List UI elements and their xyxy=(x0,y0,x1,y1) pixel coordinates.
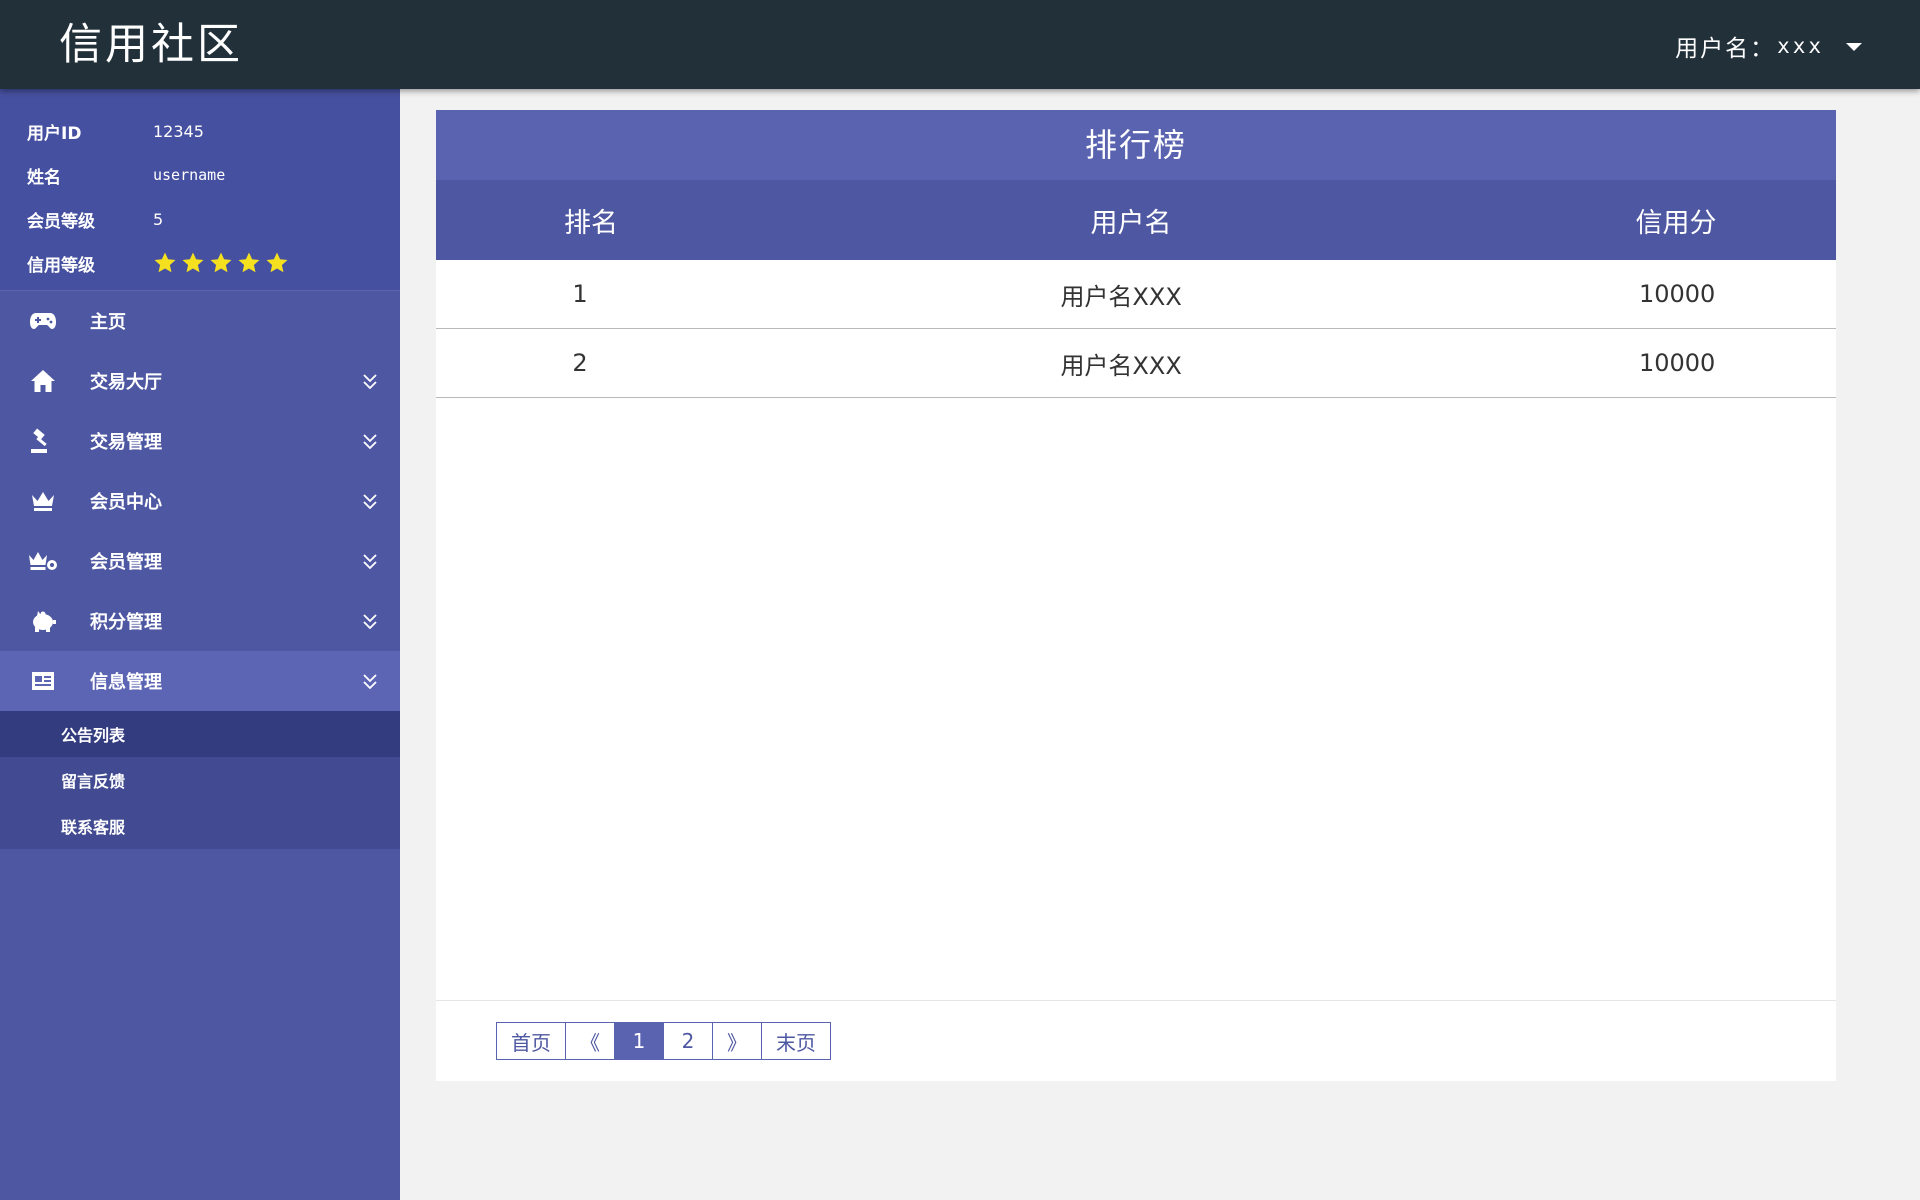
cell-rank: 1 xyxy=(572,280,588,308)
user-name-prefix: 用户名： xyxy=(1675,36,1776,62)
submenu-item-feedback[interactable]: 留言反馈 xyxy=(0,757,400,803)
page-button-1[interactable]: 1 xyxy=(615,1023,664,1059)
user-name: xxx xyxy=(1777,34,1824,58)
user-menu[interactable]: 用户名： xxx xyxy=(1675,29,1862,63)
sidebar-item-home[interactable]: 主页 xyxy=(0,291,400,351)
chevron-double-down-icon[interactable] xyxy=(362,672,378,690)
gamepad-icon xyxy=(28,307,58,335)
profile-value: 5 xyxy=(153,209,164,229)
table-row: 2 用户名XXX 10000 xyxy=(436,329,1836,398)
last-page-button[interactable]: 末页 xyxy=(762,1023,830,1059)
credit-stars xyxy=(153,251,289,275)
pagination: 首页 《 1 2 》 末页 xyxy=(496,1022,831,1060)
brand-title: 信用社区 xyxy=(59,20,243,70)
cell-credit-score: 10000 xyxy=(1638,349,1716,377)
top-bar: 信用社区 用户名： xxx xyxy=(0,0,1920,89)
column-header-credit-score: 信用分 xyxy=(1635,207,1717,239)
chevron-double-down-icon[interactable] xyxy=(362,612,378,630)
sidebar-item-member-management[interactable]: 会员管理 xyxy=(0,531,400,591)
submenu-item-contact-support[interactable]: 联系客服 xyxy=(0,803,400,849)
sidebar-item-member-center[interactable]: 会员中心 xyxy=(0,471,400,531)
sidebar-item-label: 信息管理 xyxy=(90,672,162,693)
sidebar-item-label: 会员中心 xyxy=(90,492,162,513)
column-header-username: 用户名 xyxy=(1090,207,1172,239)
cell-username: 用户名XXX xyxy=(1060,282,1182,311)
profile-value: 12345 xyxy=(153,121,204,141)
sidebar: 用户ID 12345 姓名 username 会员等级 5 信用等级 主页 交易… xyxy=(0,89,400,1200)
chevron-double-down-icon[interactable] xyxy=(362,432,378,450)
panel-title: 排行榜 xyxy=(436,110,1836,180)
sidebar-item-label: 交易管理 xyxy=(90,432,162,453)
chevron-double-down-icon[interactable] xyxy=(362,552,378,570)
page-button-2[interactable]: 2 xyxy=(664,1023,713,1059)
info-management-submenu: 公告列表 留言反馈 联系客服 xyxy=(0,711,400,849)
star-icon xyxy=(266,252,288,273)
profile-label: 会员等级 xyxy=(27,211,95,232)
sidebar-item-label: 交易大厅 xyxy=(90,372,162,393)
profile-label: 用户ID xyxy=(27,123,82,144)
submenu-item-announcements[interactable]: 公告列表 xyxy=(0,711,400,757)
sidebar-item-info-management[interactable]: 信息管理 xyxy=(0,651,400,711)
table-row: 1 用户名XXX 10000 xyxy=(436,260,1836,329)
star-icon xyxy=(154,252,176,273)
pagination-area: 首页 《 1 2 》 末页 xyxy=(436,1000,1836,1081)
chevron-double-down-icon[interactable] xyxy=(362,492,378,510)
profile-row-member-level: 会员等级 5 xyxy=(0,197,400,241)
column-header-rank: 排名 xyxy=(564,207,618,239)
next-page-button[interactable]: 》 xyxy=(713,1023,762,1059)
sidebar-item-trading-hall[interactable]: 交易大厅 xyxy=(0,351,400,411)
star-icon xyxy=(238,252,260,273)
sidebar-item-points-management[interactable]: 积分管理 xyxy=(0,591,400,651)
newspaper-icon xyxy=(28,667,58,695)
leaderboard-panel: 排行榜 排名 用户名 信用分 1 用户名XXX 10000 2 用户名XXX 1… xyxy=(436,110,1836,1081)
profile-value: username xyxy=(153,166,226,184)
profile-label: 信用等级 xyxy=(27,255,95,276)
caret-down-icon[interactable] xyxy=(1846,43,1862,51)
profile-row-name: 姓名 username xyxy=(0,153,400,197)
profile-card: 用户ID 12345 姓名 username 会员等级 5 信用等级 xyxy=(0,89,400,291)
first-page-button[interactable]: 首页 xyxy=(497,1023,566,1059)
chevron-double-down-icon[interactable] xyxy=(362,372,378,390)
profile-row-user-id: 用户ID 12345 xyxy=(0,109,400,153)
prev-page-button[interactable]: 《 xyxy=(566,1023,615,1059)
sidebar-item-trade-management[interactable]: 交易管理 xyxy=(0,411,400,471)
cell-username: 用户名XXX xyxy=(1060,351,1182,380)
sidebar-item-label: 会员管理 xyxy=(90,552,162,573)
table-header: 排名 用户名 信用分 xyxy=(436,180,1836,260)
gavel-icon xyxy=(28,427,58,455)
profile-label: 姓名 xyxy=(27,167,61,188)
profile-row-credit-level: 信用等级 xyxy=(0,241,400,285)
crown-icon xyxy=(28,487,58,515)
piggy-bank-icon xyxy=(28,607,58,635)
star-icon xyxy=(210,252,232,273)
sidebar-item-label: 主页 xyxy=(90,312,126,333)
cell-credit-score: 10000 xyxy=(1638,280,1716,308)
home-icon xyxy=(28,367,58,395)
cell-rank: 2 xyxy=(572,349,588,377)
star-icon xyxy=(182,252,204,273)
sidebar-item-label: 积分管理 xyxy=(90,612,162,633)
crown-gear-icon xyxy=(28,547,58,575)
